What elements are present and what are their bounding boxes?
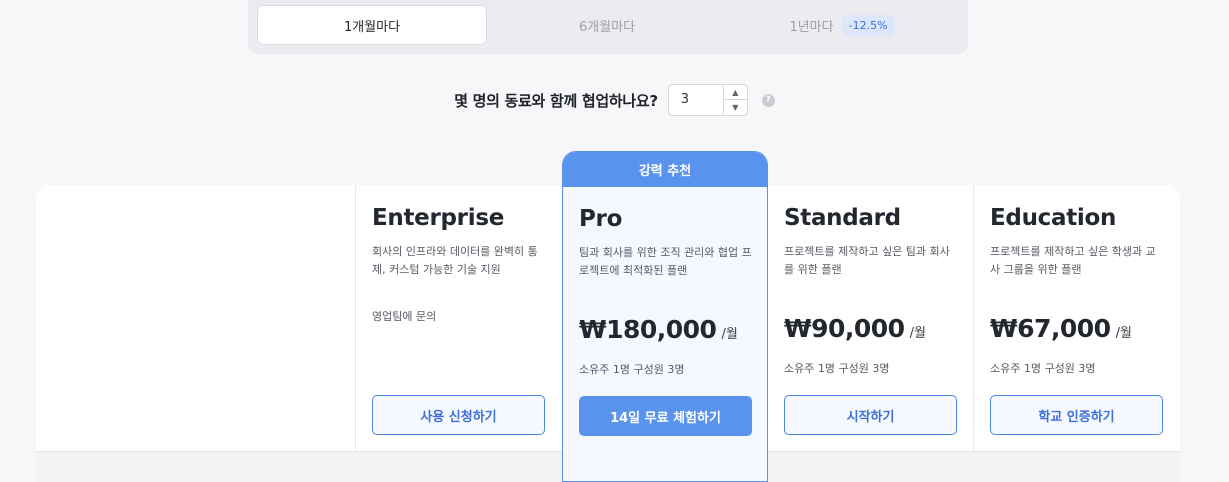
period-tab-label: 1개월마다 [343,19,401,35]
price-unit: /월 [721,327,738,342]
period-tab-monthly[interactable]: 1개월마다 [257,5,487,45]
period-tab-yearly[interactable]: 1년마다 -12.5% [727,5,957,45]
increment-icon[interactable]: ▲ [723,85,747,100]
price-amount: ₩67,000 [990,314,1111,343]
apply-button[interactable]: 사용 신청하기 [372,395,545,435]
school-verify-button[interactable]: 학교 인증하기 [990,395,1163,435]
plan-name: Standard [784,205,901,231]
period-tab-six-months[interactable]: 6개월마다 [492,5,722,45]
plan-price: ₩90,000 /월 [784,314,926,343]
plan-seats: 소유주 1명 구성원 3명 [784,362,890,375]
stepper-arrows: ▲ ▼ [722,85,747,115]
contact-sales-text: 영업팀에 문의 [372,310,437,323]
plan-enterprise: Enterprise 회사의 인프라와 데이터를 완벽히 통제, 커스텀 가능한… [372,185,562,451]
plan-description: 프로젝트를 제작하고 싶은 학생과 교사 그룹을 위한 플랜 [990,245,1156,276]
help-icon[interactable]: ? [761,93,775,107]
recommended-ribbon: 강력 추천 [563,152,767,187]
plan-education: Education 프로젝트를 제작하고 싶은 학생과 교사 그룹을 위한 플랜… [990,185,1180,451]
plan-description: 회사의 인프라와 데이터를 완벽히 통제, 커스텀 가능한 기술 지원 [372,245,538,276]
team-size-row: 몇 명의 동료와 함께 협업하나요? 3 ▲ ▼ ? [0,84,1229,116]
plan-name: Education [990,205,1117,231]
team-size-stepper[interactable]: 3 ▲ ▼ [667,84,748,116]
start-button[interactable]: 시작하기 [784,395,957,435]
plan-pro: 강력 추천 Pro 팀과 회사를 위한 조직 관리와 협업 프로젝트에 최적화된… [562,151,768,482]
decrement-icon[interactable]: ▼ [724,100,747,115]
column-divider [355,185,356,451]
plan-seats: 소유주 1명 구성원 3명 [579,363,685,376]
plan-description: 팀과 회사를 위한 조직 관리와 협업 프로젝트에 최적화된 플랜 [579,246,752,277]
team-size-question: 몇 명의 동료와 함께 협업하나요? [454,91,658,110]
plan-seats: 소유주 1명 구성원 3명 [990,362,1096,375]
discount-badge: -12.5% [841,14,895,36]
price-amount: ₩90,000 [784,314,905,343]
plan-description: 프로젝트를 제작하고 싶은 팀과 회사를 위한 플랜 [784,245,950,276]
plan-name: Pro [579,206,623,232]
period-tab-label: 1년마다 [789,19,834,35]
plan-price: ₩67,000 /월 [990,314,1132,343]
plan-price: ₩180,000 /월 [579,315,738,344]
price-amount: ₩180,000 [579,315,717,344]
team-size-value[interactable]: 3 [681,85,689,115]
price-unit: /월 [1115,326,1132,341]
free-trial-button[interactable]: 14일 무료 체험하기 [579,396,752,436]
plan-name: Enterprise [372,205,505,231]
billing-period-toggle: 1개월마다 6개월마다 1년마다 -12.5% [248,0,968,54]
period-tab-label: 6개월마다 [578,19,636,35]
plan-standard: Standard 프로젝트를 제작하고 싶은 팀과 회사를 위한 플랜 ₩90,… [784,185,974,451]
price-unit: /월 [909,326,926,341]
